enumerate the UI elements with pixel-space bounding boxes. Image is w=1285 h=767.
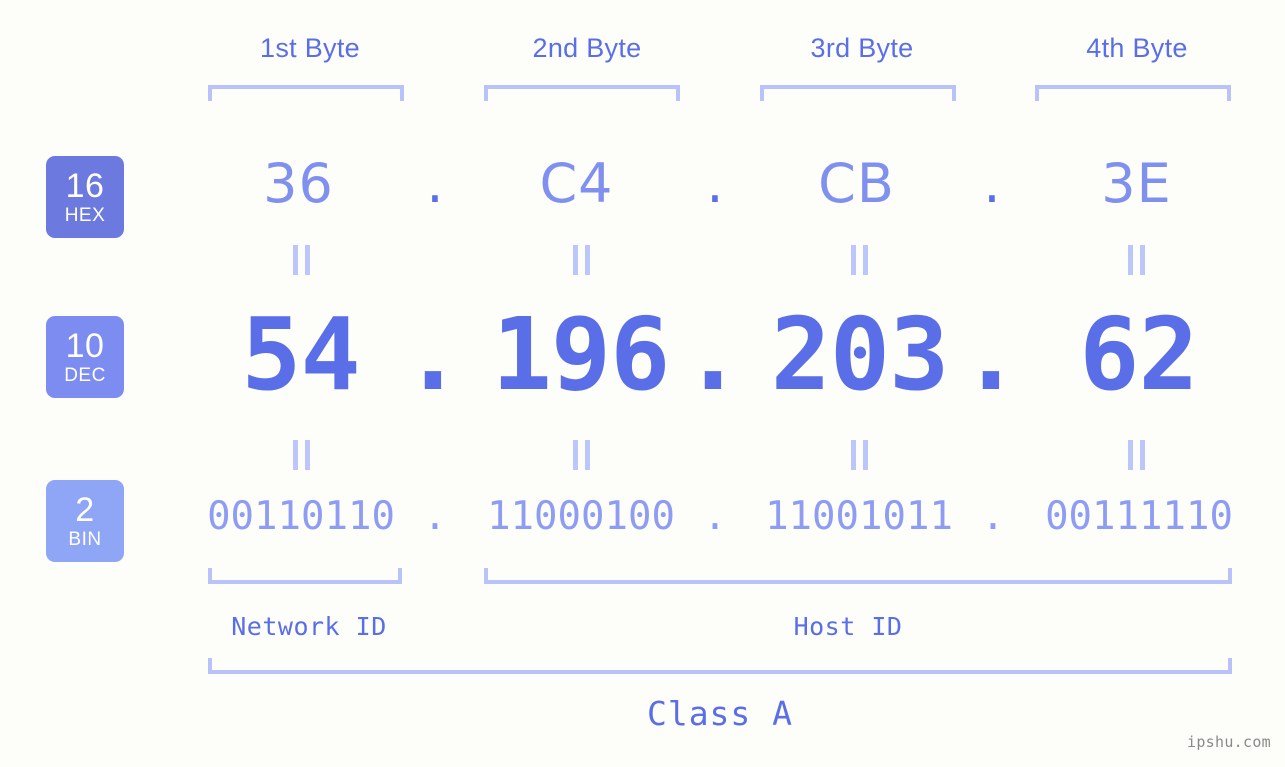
byte-bracket-1 bbox=[208, 85, 404, 101]
dec-separator-2: . bbox=[682, 296, 744, 413]
byte-label-2: 2nd Byte bbox=[532, 33, 642, 63]
radix-badge-bin: 2 BIN bbox=[46, 480, 124, 562]
byte-bracket-3 bbox=[760, 85, 956, 101]
class-bracket bbox=[208, 658, 1232, 674]
equals-symbol-dec-bin-3 bbox=[846, 440, 872, 470]
equals-symbol-hex-dec-1 bbox=[288, 245, 314, 275]
equals-symbol-hex-dec-2 bbox=[568, 245, 594, 275]
radix-badge-bin-number: 2 bbox=[75, 491, 95, 529]
radix-badge-bin-name: BIN bbox=[68, 529, 102, 550]
equals-symbol-hex-dec-4 bbox=[1123, 245, 1149, 275]
watermark: ipshu.com bbox=[1187, 733, 1271, 751]
dec-separator-3: . bbox=[960, 296, 1022, 413]
bin-octet-1: 00110110 bbox=[207, 494, 395, 539]
hex-octet-4: 3E bbox=[1101, 152, 1172, 215]
radix-badge-dec-number: 10 bbox=[65, 327, 105, 365]
dec-octet-3: 203 bbox=[770, 296, 950, 413]
hex-separator-2: . bbox=[706, 152, 724, 215]
radix-badge-hex: 16 HEX bbox=[46, 156, 124, 238]
hex-separator-3: . bbox=[983, 152, 1001, 215]
radix-badge-hex-number: 16 bbox=[65, 167, 105, 205]
hex-separator-1: . bbox=[426, 152, 444, 215]
bin-separator-1: . bbox=[423, 494, 447, 539]
hex-octet-2: C4 bbox=[539, 152, 614, 215]
equals-symbol-dec-bin-2 bbox=[568, 440, 594, 470]
bin-octet-3: 11001011 bbox=[765, 494, 953, 539]
equals-symbol-hex-dec-3 bbox=[846, 245, 872, 275]
radix-badge-dec-name: DEC bbox=[64, 365, 106, 386]
bin-octet-2: 11000100 bbox=[487, 494, 675, 539]
byte-label-3: 3rd Byte bbox=[810, 33, 914, 63]
dec-octet-4: 62 bbox=[1079, 296, 1198, 413]
dec-separator-1: . bbox=[402, 296, 464, 413]
byte-bracket-2 bbox=[484, 85, 680, 101]
class-label: Class A bbox=[646, 694, 794, 733]
hex-octet-1: 36 bbox=[263, 152, 334, 215]
byte-label-1: 1st Byte bbox=[260, 33, 360, 63]
host-id-bracket bbox=[484, 568, 1232, 584]
ip-address-breakdown-diagram: 1st Byte 2nd Byte 3rd Byte 4th Byte 16 H… bbox=[0, 0, 1285, 767]
byte-label-4: 4th Byte bbox=[1086, 33, 1188, 63]
dec-octet-1: 54 bbox=[241, 296, 360, 413]
bin-octet-4: 00111110 bbox=[1045, 494, 1233, 539]
host-id-label: Host ID bbox=[793, 612, 903, 641]
radix-badge-dec: 10 DEC bbox=[46, 316, 124, 398]
hex-octet-3: CB bbox=[818, 152, 895, 215]
equals-symbol-dec-bin-4 bbox=[1123, 440, 1149, 470]
network-id-bracket bbox=[208, 568, 402, 584]
dec-octet-2: 196 bbox=[491, 296, 671, 413]
bin-separator-2: . bbox=[703, 494, 727, 539]
byte-bracket-4 bbox=[1035, 85, 1231, 101]
bin-separator-3: . bbox=[981, 494, 1005, 539]
radix-badge-hex-name: HEX bbox=[64, 205, 106, 226]
network-id-label: Network ID bbox=[231, 612, 387, 641]
equals-symbol-dec-bin-1 bbox=[288, 440, 314, 470]
